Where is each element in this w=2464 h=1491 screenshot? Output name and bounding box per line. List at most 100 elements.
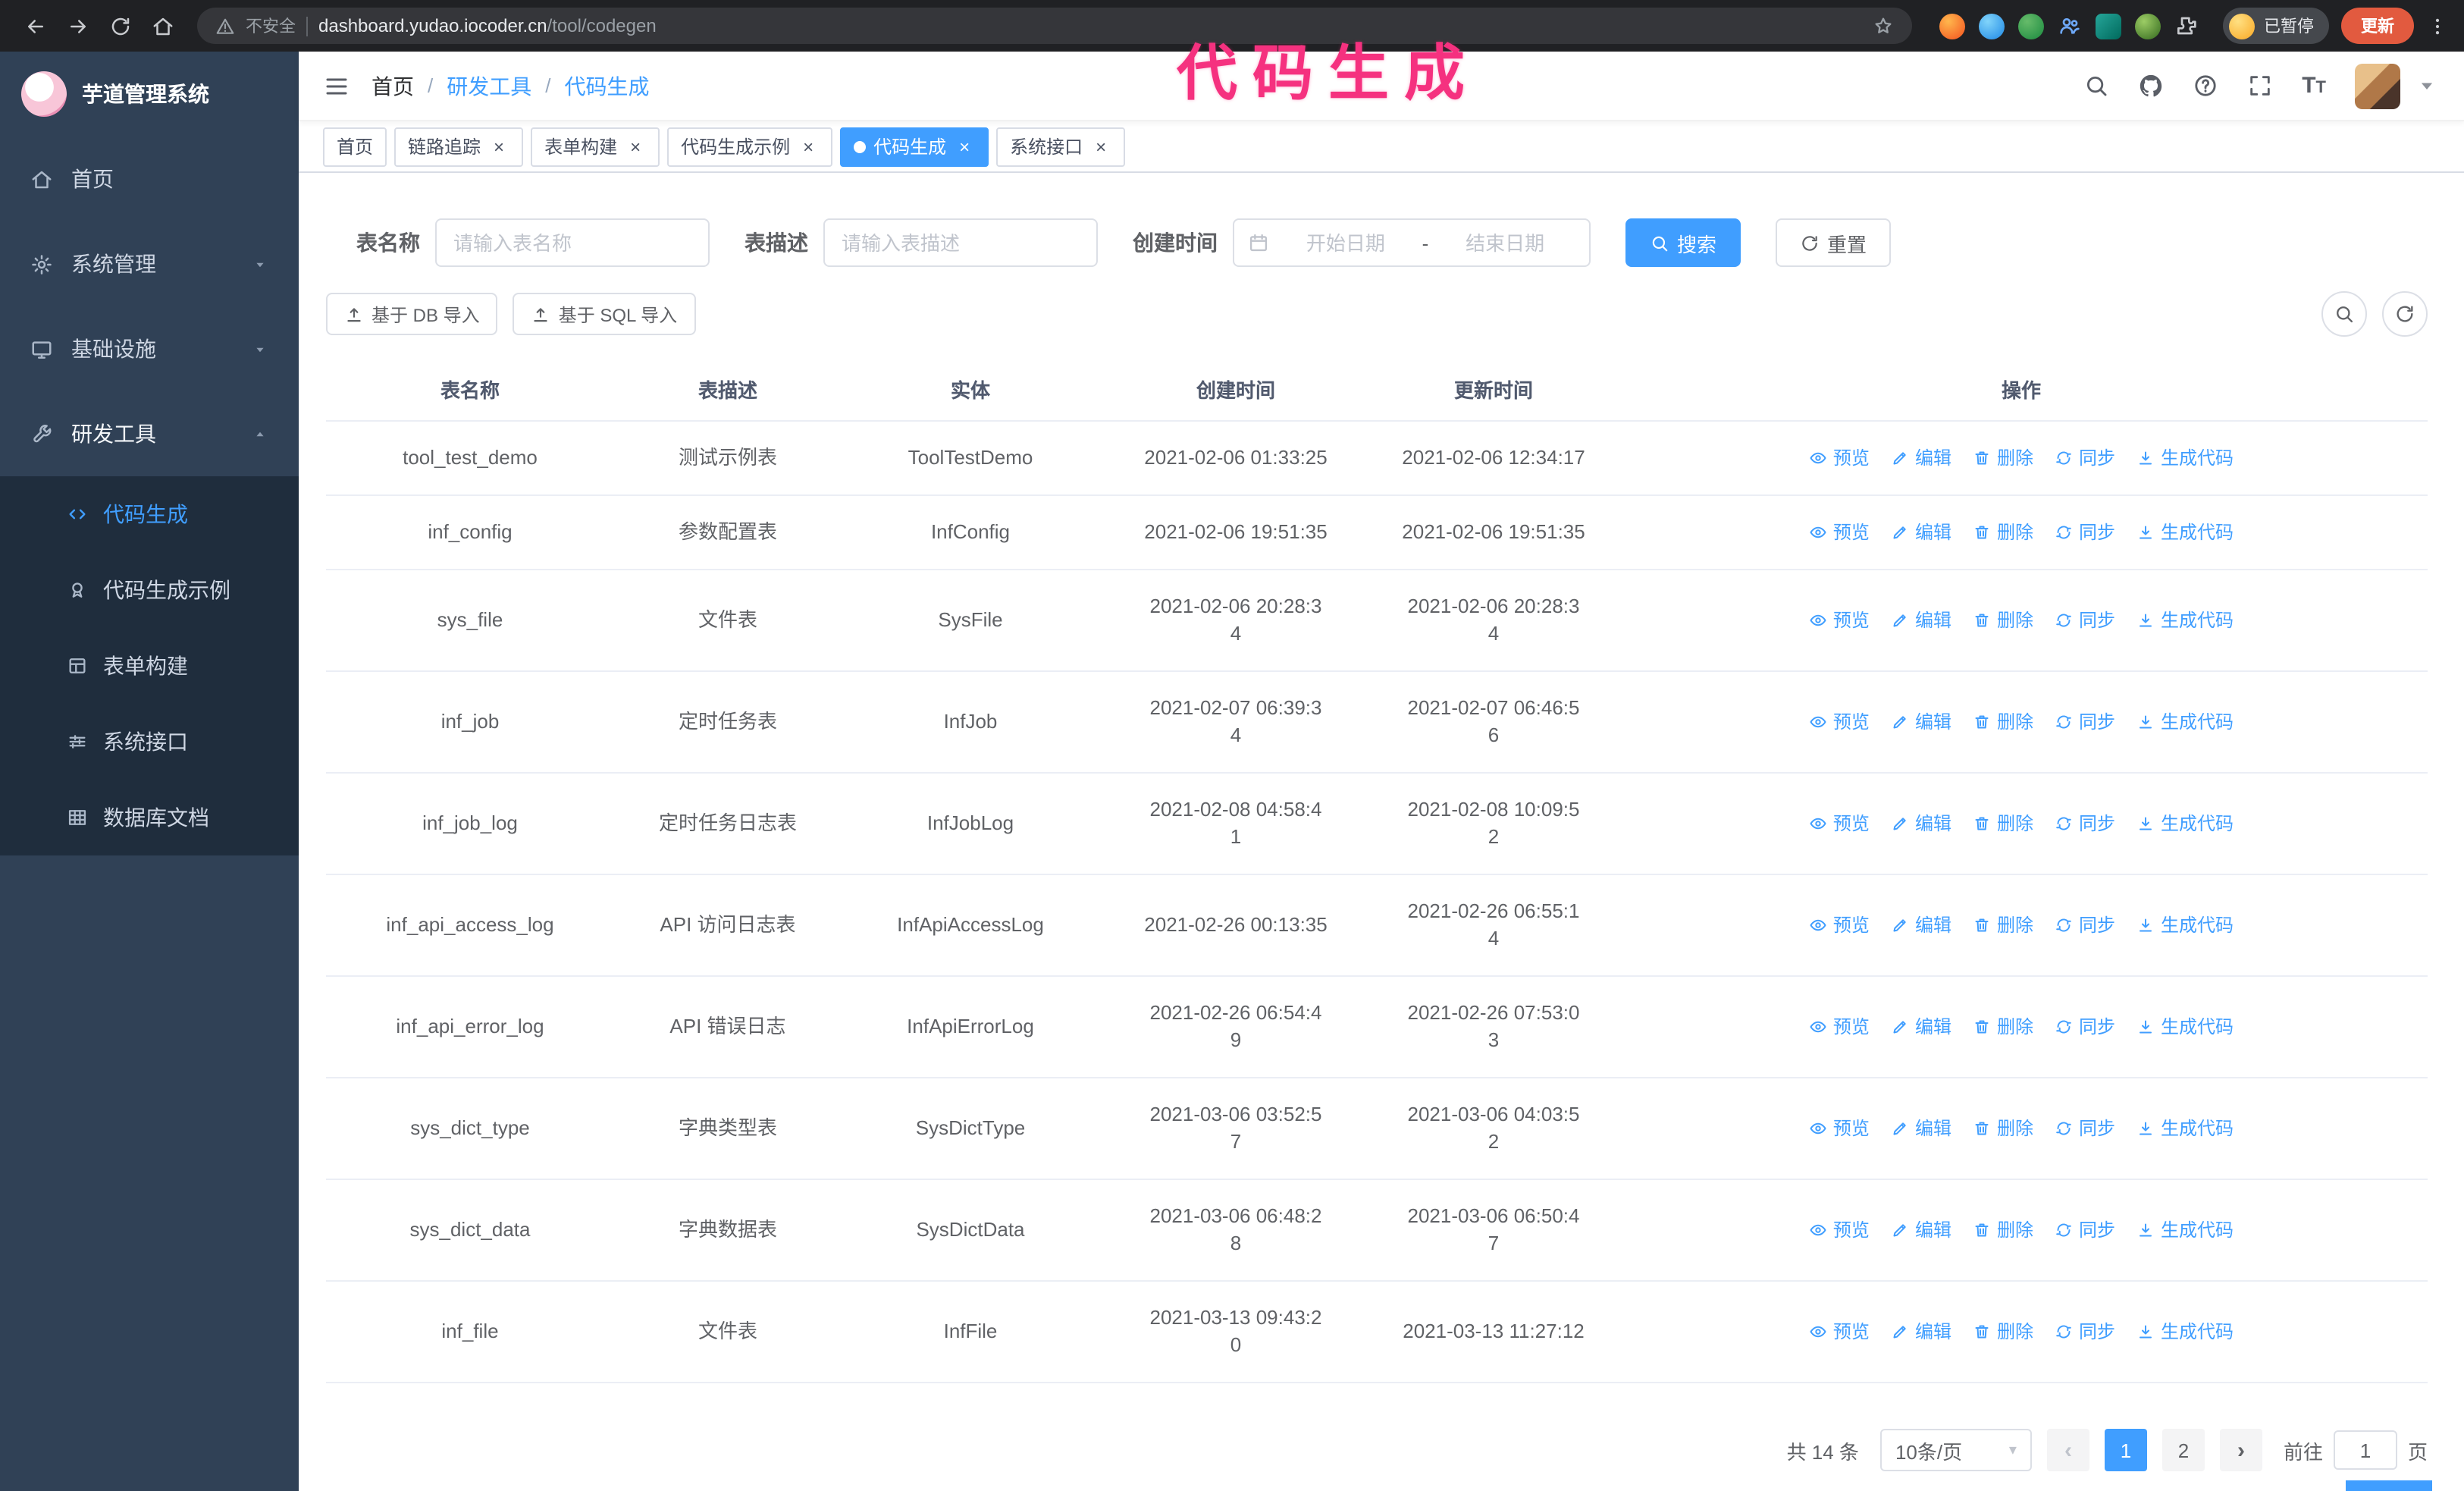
people-icon[interactable] [2058,14,2082,38]
close-icon[interactable] [798,136,819,157]
github-icon[interactable] [2138,73,2164,99]
page-button-2[interactable]: 2 [2161,1429,2205,1471]
search-icon[interactable] [2083,73,2109,99]
edit-link[interactable]: 编辑 [1891,1318,1951,1345]
edit-link[interactable]: 编辑 [1891,444,1951,472]
table-name-input[interactable] [435,218,710,267]
preview-link[interactable]: 预览 [1809,519,1870,546]
delete-link[interactable]: 删除 [1973,519,2033,546]
sync-link[interactable]: 同步 [2055,1216,2115,1244]
delete-link[interactable]: 删除 [1973,1216,2033,1244]
sync-link[interactable]: 同步 [2055,1318,2115,1345]
question-icon[interactable] [2193,73,2218,99]
generate-code-link[interactable]: 生成代码 [2136,1216,2234,1244]
delete-link[interactable]: 删除 [1973,1318,2033,1345]
sidebar-item-codegen[interactable]: 代码生成 [0,476,299,552]
edit-link[interactable]: 编辑 [1891,810,1951,837]
goto-page-input[interactable] [2333,1430,2397,1470]
tab-tag[interactable]: 代码生成示例 [667,127,833,166]
address-bar[interactable]: 不安全 dashboard.yudao.iocoder.cn/tool/code… [197,8,1912,44]
sidebar-item-dev-tools[interactable]: 研发工具 [0,391,299,476]
chevron-down-icon[interactable] [2414,73,2440,99]
fullscreen-icon[interactable] [2247,73,2273,99]
prev-page-button[interactable] [2046,1429,2089,1471]
edit-link[interactable]: 编辑 [1891,912,1951,939]
tab-tag[interactable]: 表单构建 [531,127,660,166]
update-button[interactable]: 更新 [2341,8,2414,44]
extension-icon-blue[interactable] [1979,13,2005,39]
extension-icon-darkgreen[interactable] [2135,13,2161,39]
sidebar-item-system-api[interactable]: 系统接口 [0,704,299,780]
puzzle-icon[interactable] [2174,14,2199,38]
preview-link[interactable]: 预览 [1809,1216,1870,1244]
close-icon[interactable] [488,136,509,157]
edit-link[interactable]: 编辑 [1891,1013,1951,1041]
tab-tag[interactable]: 链路追踪 [394,127,524,166]
delete-link[interactable]: 删除 [1973,708,2033,736]
sidebar-item-form-builder[interactable]: 表单构建 [0,628,299,704]
home-button[interactable] [143,6,182,46]
close-icon[interactable] [954,136,975,157]
generate-code-link[interactable]: 生成代码 [2136,607,2234,634]
preview-link[interactable]: 预览 [1809,607,1870,634]
sync-link[interactable]: 同步 [2055,1115,2115,1142]
reset-button[interactable]: 重置 [1776,218,1892,267]
refresh-table-button[interactable] [2382,291,2428,337]
toggle-search-button[interactable] [2321,291,2367,337]
preview-link[interactable]: 预览 [1809,1013,1870,1041]
preview-link[interactable]: 预览 [1809,810,1870,837]
sidebar-item-home[interactable]: 首页 [0,137,299,221]
forward-button[interactable] [58,6,97,46]
profile-paused-badge[interactable]: 已暂停 [2223,8,2329,44]
sidebar-item-db-docs[interactable]: 数据库文档 [0,780,299,855]
edit-link[interactable]: 编辑 [1891,607,1951,634]
reload-button[interactable] [100,6,140,46]
page-size-select[interactable]: 10条/页 [1879,1429,2032,1471]
sync-link[interactable]: 同步 [2055,1013,2115,1041]
delete-link[interactable]: 删除 [1973,1115,2033,1142]
table-desc-input[interactable] [823,218,1098,267]
delete-link[interactable]: 删除 [1973,607,2033,634]
close-icon[interactable] [1090,136,1111,157]
breadcrumb-home[interactable]: 首页 [371,71,414,101]
sync-link[interactable]: 同步 [2055,519,2115,546]
back-button[interactable] [15,6,55,46]
generate-code-link[interactable]: 生成代码 [2136,912,2234,939]
extension-icon-orange[interactable] [1939,13,1965,39]
generate-code-link[interactable]: 生成代码 [2136,1318,2234,1345]
bookmark-star-icon[interactable] [1873,15,1894,36]
app-logo[interactable]: 芋道管理系统 [0,52,299,137]
hamburger-icon[interactable] [323,72,350,99]
tab-tag[interactable]: 系统接口 [996,127,1126,166]
sync-link[interactable]: 同步 [2055,708,2115,736]
breadcrumb-dev-tools[interactable]: 研发工具 [447,71,531,101]
preview-link[interactable]: 预览 [1809,708,1870,736]
generate-code-link[interactable]: 生成代码 [2136,810,2234,837]
sync-link[interactable]: 同步 [2055,912,2115,939]
sync-link[interactable]: 同步 [2055,607,2115,634]
search-button[interactable]: 搜索 [1625,218,1741,267]
extension-icon-teal[interactable] [2096,13,2121,39]
next-page-button[interactable] [2219,1429,2262,1471]
delete-link[interactable]: 删除 [1973,912,2033,939]
extension-icon-green[interactable] [2018,13,2044,39]
close-icon[interactable] [625,136,646,157]
generate-code-link[interactable]: 生成代码 [2136,444,2234,472]
sidebar-item-codegen-example[interactable]: 代码生成示例 [0,552,299,628]
browser-menu-icon[interactable] [2426,14,2449,37]
edit-link[interactable]: 编辑 [1891,1216,1951,1244]
edit-link[interactable]: 编辑 [1891,1115,1951,1142]
sync-link[interactable]: 同步 [2055,444,2115,472]
sidebar-item-infrastructure[interactable]: 基础设施 [0,306,299,391]
page-button-1[interactable]: 1 [2104,1429,2147,1471]
generate-code-link[interactable]: 生成代码 [2136,1115,2234,1142]
preview-link[interactable]: 预览 [1809,444,1870,472]
edit-link[interactable]: 编辑 [1891,708,1951,736]
import-db-button[interactable]: 基于 DB 导入 [326,293,498,335]
tab-tag[interactable]: 代码生成 [840,127,989,166]
preview-link[interactable]: 预览 [1809,1115,1870,1142]
preview-link[interactable]: 预览 [1809,912,1870,939]
import-sql-button[interactable]: 基于 SQL 导入 [513,293,696,335]
font-size-icon[interactable] [2302,72,2326,99]
tab-tag[interactable]: 首页 [323,127,387,166]
